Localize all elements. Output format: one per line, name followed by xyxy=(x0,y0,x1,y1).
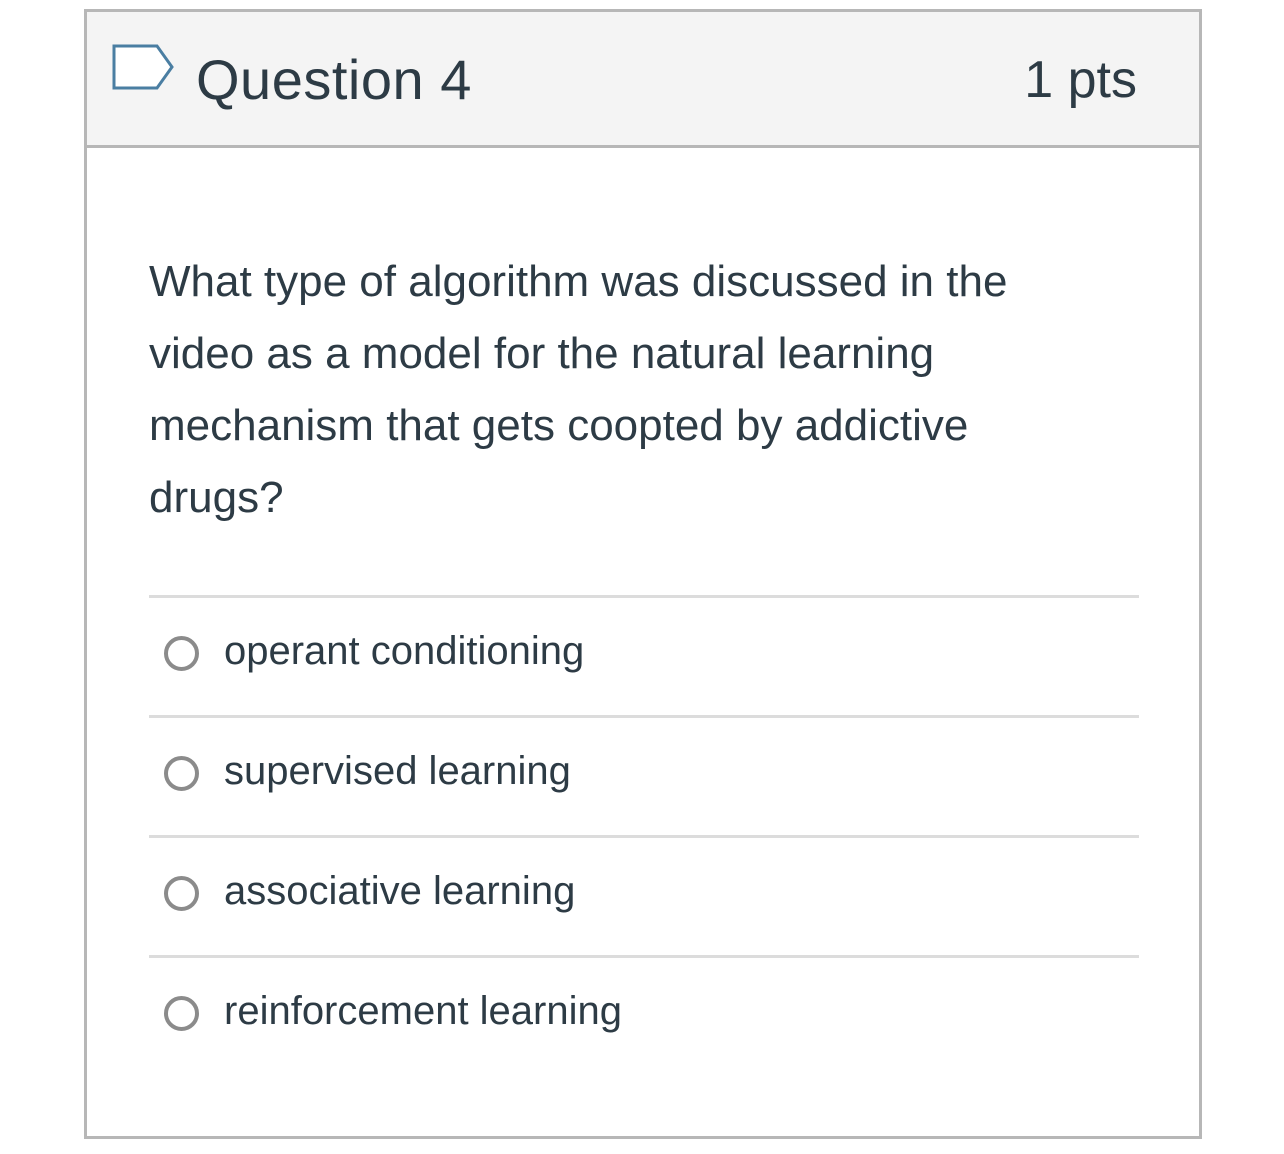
answer-label[interactable]: reinforcement learning xyxy=(224,986,622,1036)
answer-label[interactable]: associative learning xyxy=(224,866,575,916)
question-header: Question 4 1 pts xyxy=(87,12,1199,148)
radio-button[interactable] xyxy=(164,636,199,671)
flag-question-icon[interactable] xyxy=(111,43,175,95)
answer-option-supervised-learning[interactable]: supervised learning xyxy=(149,715,1139,835)
answer-option-associative-learning[interactable]: associative learning xyxy=(149,835,1139,955)
question-text: What type of algorithm was discussed in … xyxy=(149,257,1008,522)
question-points: 1 pts xyxy=(1024,51,1137,109)
question-card: Question 4 1 pts What type of algorithm … xyxy=(84,9,1202,1139)
radio-button[interactable] xyxy=(164,876,199,911)
radio-button[interactable] xyxy=(164,756,199,791)
answer-label[interactable]: supervised learning xyxy=(224,746,571,796)
answer-option-reinforcement-learning[interactable]: reinforcement learning xyxy=(149,955,1139,1075)
question-title: Question 4 xyxy=(196,48,472,111)
answer-option-operant-conditioning[interactable]: operant conditioning xyxy=(149,595,1139,715)
answer-list: operant conditioning supervised learning… xyxy=(149,595,1139,1075)
radio-button[interactable] xyxy=(164,996,199,1031)
answer-label[interactable]: operant conditioning xyxy=(224,626,584,676)
